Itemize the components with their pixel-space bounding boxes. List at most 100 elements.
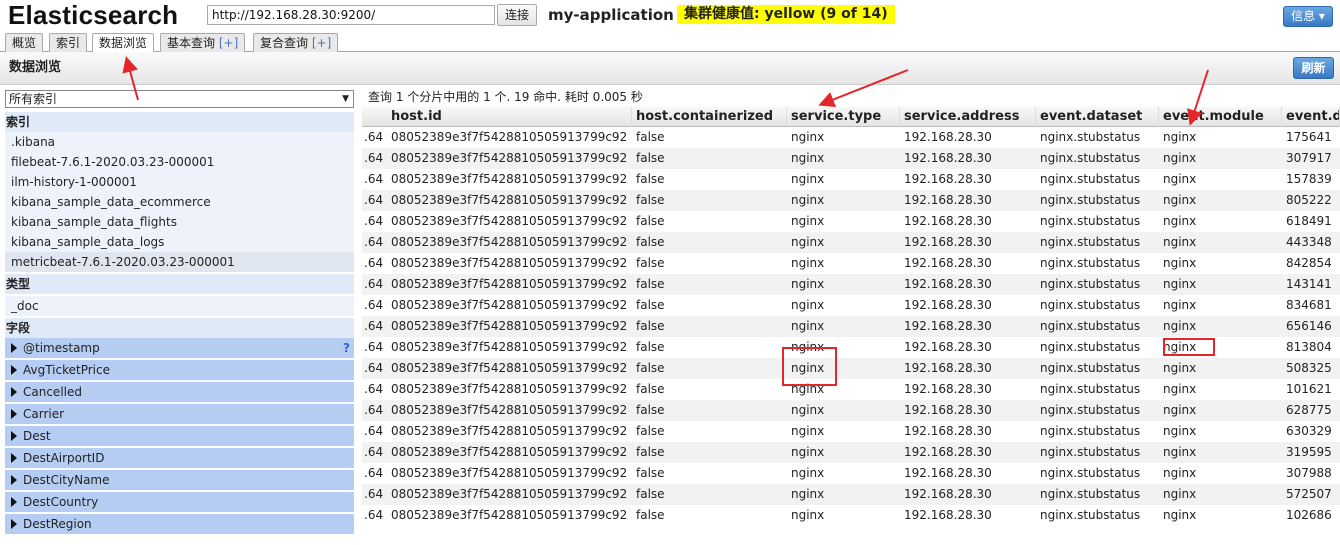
column-header[interactable]: event.module [1159, 107, 1282, 127]
sidebar-field-item[interactable]: Carrier [5, 404, 354, 424]
table-row[interactable]: .64 08052389e3f7f5428810505913799c92 false… [362, 316, 1340, 337]
table-row[interactable]: .64 08052389e3f7f5428810505913799c92 false… [362, 169, 1340, 190]
table-row[interactable]: .64 08052389e3f7f5428810505913799c92 false… [362, 505, 1340, 526]
table-row[interactable]: .64 08052389e3f7f5428810505913799c92 false… [362, 274, 1340, 295]
sidebar-field-item[interactable]: AvgTicketPrice [5, 360, 354, 380]
sidebar-index-item[interactable]: kibana_sample_data_ecommerce [5, 192, 354, 212]
cell-containerized: false [636, 361, 665, 375]
table-row[interactable]: .64 08052389e3f7f5428810505913799c92 false… [362, 484, 1340, 505]
table-row[interactable]: .64 08052389e3f7f5428810505913799c92 false… [362, 400, 1340, 421]
cell-event-module: nginx [1163, 277, 1197, 291]
cell-event-dataset: nginx.stubstatus [1040, 298, 1141, 312]
table-row[interactable]: .64 08052389e3f7f5428810505913799c92 false… [362, 358, 1340, 379]
column-header[interactable]: event.du [1282, 107, 1340, 127]
sidebar-field-item[interactable]: DestAirportID [5, 448, 354, 468]
table-row[interactable]: .64 08052389e3f7f5428810505913799c92 false… [362, 379, 1340, 400]
cell-service-type: nginx [791, 508, 825, 522]
sidebar-field-item[interactable]: Cancelled [5, 382, 354, 402]
cell-event-dataset: nginx.stubstatus [1040, 466, 1141, 480]
column-header[interactable]: host.containerized [632, 107, 787, 127]
cell-event-module: nginx [1163, 424, 1197, 438]
cell-event-duration: 572507 [1286, 487, 1332, 501]
field-heading: 字段 [5, 318, 354, 338]
sidebar-index-item[interactable]: filebeat-7.6.1-2020.03.23-000001 [5, 152, 354, 172]
help-icon[interactable]: ? [343, 338, 350, 358]
cell-service-address: 192.168.28.30 [904, 256, 992, 270]
cluster-url-input[interactable] [207, 5, 495, 25]
cell-containerized: false [636, 508, 665, 522]
table-row[interactable]: .64 08052389e3f7f5428810505913799c92 false… [362, 295, 1340, 316]
cell-service-type: nginx [791, 277, 825, 291]
tab-overview[interactable]: 概览 [5, 33, 44, 53]
info-dropdown-button[interactable]: 信息 ▾ [1283, 6, 1333, 27]
sidebar-index-item-label: kibana_sample_data_logs [11, 235, 165, 249]
table-row[interactable]: .64 08052389e3f7f5428810505913799c92 false… [362, 211, 1340, 232]
expand-triangle-icon[interactable] [11, 497, 17, 507]
table-row[interactable]: .64 08052389e3f7f5428810505913799c92 false… [362, 442, 1340, 463]
sidebar-index-item[interactable]: ilm-history-1-000001 [5, 172, 354, 192]
table-row[interactable]: .64 08052389e3f7f5428810505913799c92 false… [362, 253, 1340, 274]
expand-triangle-icon[interactable] [11, 519, 17, 529]
tab-label: 数据浏览 [99, 36, 148, 50]
tab-add-icon[interactable]: [+] [312, 36, 331, 50]
refresh-button[interactable]: 刷新 [1293, 57, 1334, 79]
column-header[interactable]: service.type [787, 107, 900, 127]
sidebar-type-item[interactable]: _doc [5, 296, 354, 316]
column-header[interactable]: event.dataset [1036, 107, 1159, 127]
connect-button[interactable]: 连接 [497, 4, 537, 26]
expand-triangle-icon[interactable] [11, 453, 17, 463]
table-row[interactable]: .64 08052389e3f7f5428810505913799c92 false… [362, 148, 1340, 169]
sidebar-index-item-label: metricbeat-7.6.1-2020.03.23-000001 [11, 255, 235, 269]
cell-event-duration: 307988 [1286, 466, 1332, 480]
expand-triangle-icon[interactable] [11, 431, 17, 441]
sidebar-index-item[interactable]: metricbeat-7.6.1-2020.03.23-000001 [5, 252, 354, 272]
sidebar-field-item[interactable]: @timestamp? [5, 338, 354, 358]
sidebar-index-item[interactable]: kibana_sample_data_flights [5, 212, 354, 232]
expand-triangle-icon[interactable] [11, 475, 17, 485]
cell-partial: .64 [364, 298, 384, 312]
sidebar-field-item-label: DestCountry [23, 495, 99, 509]
cell-event-duration: 842854 [1286, 256, 1332, 270]
table-row[interactable]: .64 08052389e3f7f5428810505913799c92 false… [362, 127, 1340, 148]
table-row[interactable]: .64 08052389e3f7f5428810505913799c92 false… [362, 421, 1340, 442]
expand-triangle-icon[interactable] [11, 409, 17, 419]
index-heading: 索引 [5, 112, 354, 132]
tab-label: 基本查询 [167, 36, 216, 50]
table-row[interactable]: .64 08052389e3f7f5428810505913799c92 false… [362, 463, 1340, 484]
tab-data-browser[interactable]: 数据浏览 [92, 33, 155, 54]
cell-host-id: 08052389e3f7f5428810505913799c92 [391, 277, 628, 291]
tab-compound-query[interactable]: 复合查询 [+] [253, 33, 339, 53]
expand-triangle-icon[interactable] [11, 343, 17, 353]
cell-partial: .64 [364, 172, 384, 186]
sidebar-index-item[interactable]: kibana_sample_data_logs [5, 232, 354, 252]
index-select[interactable]: 所有索引 ▼ [5, 90, 354, 108]
table-row[interactable]: .64 08052389e3f7f5428810505913799c92 false… [362, 232, 1340, 253]
section-title: 数据浏览 [9, 60, 62, 75]
filter-sidebar: 所有索引 ▼ 索引 .kibana filebeat-7.6.1-2020.03.2… [0, 86, 358, 545]
cell-host-id: 08052389e3f7f5428810505913799c92 [391, 235, 628, 249]
section-header: 数据浏览 刷新 [0, 52, 1340, 85]
cell-service-type: nginx [791, 256, 825, 270]
sidebar-field-item[interactable]: Dest [5, 426, 354, 446]
table-row[interactable]: .64 08052389e3f7f5428810505913799c92 false… [362, 190, 1340, 211]
sidebar-field-item[interactable]: DestRegion [5, 514, 354, 534]
sidebar-field-item[interactable]: DestCityName [5, 470, 354, 490]
sidebar-index-item[interactable]: .kibana [5, 132, 354, 152]
cell-service-type: nginx [791, 466, 825, 480]
sidebar-field-item[interactable]: DestCountry [5, 492, 354, 512]
column-header[interactable]: host.id [387, 107, 632, 127]
tab-indices[interactable]: 索引 [49, 33, 88, 53]
cell-event-duration: 630329 [1286, 424, 1332, 438]
cell-service-address: 192.168.28.30 [904, 193, 992, 207]
sidebar-field-item-label: Cancelled [23, 385, 82, 399]
tab-add-icon[interactable]: [+] [219, 36, 238, 50]
cell-host-id: 08052389e3f7f5428810505913799c92 [391, 193, 628, 207]
cell-event-duration: 101621 [1286, 382, 1332, 396]
field-heading-label: 字段 [6, 321, 31, 335]
cell-containerized: false [636, 277, 665, 291]
column-header[interactable]: service.address [900, 107, 1036, 127]
expand-triangle-icon[interactable] [11, 387, 17, 397]
cell-service-address: 192.168.28.30 [904, 298, 992, 312]
tab-basic-query[interactable]: 基本查询 [+] [160, 33, 246, 53]
expand-triangle-icon[interactable] [11, 365, 17, 375]
